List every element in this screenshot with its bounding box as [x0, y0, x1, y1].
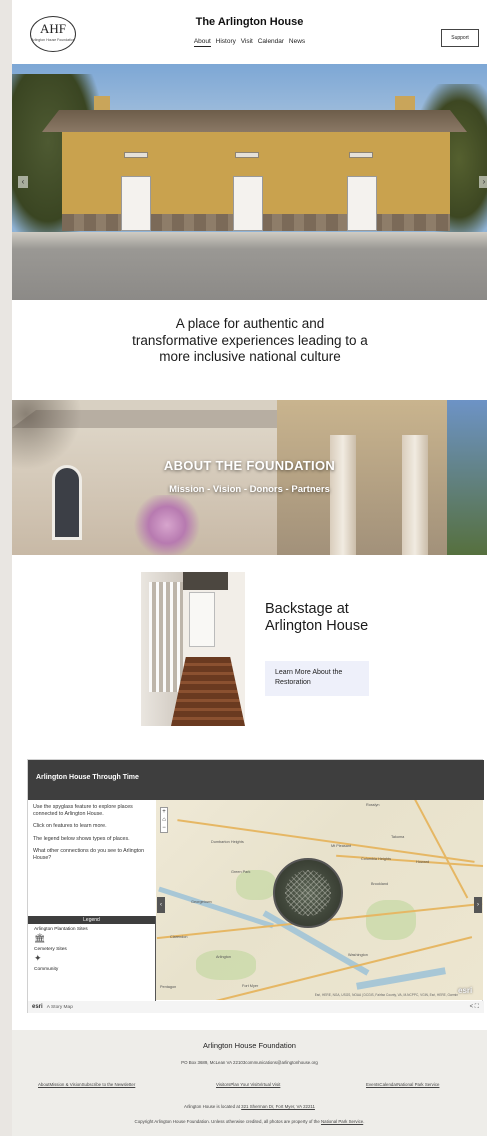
site-footer: Arlington House Foundation PO Box 3689, … [12, 1030, 487, 1136]
legend-item: Community [34, 967, 59, 972]
about-subtitle[interactable]: Mission - Vision - Donors - Partners [12, 484, 487, 495]
footer-copyright: Copyright Arlington House Foundation. Un… [12, 1119, 487, 1124]
location-address-link[interactable]: 321 Sherman Dr, Fort Myer, VA 22211 [241, 1104, 315, 1109]
about-banner[interactable] [12, 400, 487, 555]
hero-vent [349, 152, 373, 158]
footer-location: Arlington House is located at 321 Sherma… [12, 1104, 487, 1109]
footer-link-about[interactable]: AboutMission & VisionSubscribe to the Ne… [38, 1082, 135, 1087]
map-label: Mt Pleasant [331, 844, 352, 848]
map-label: Columbia Heights [361, 857, 391, 861]
stair-top [183, 572, 228, 590]
stair-railing [149, 582, 183, 692]
map-label: Howard [416, 860, 430, 864]
map-label: Dumbarton Heights [211, 840, 244, 844]
main-nav: About History Visit Calendar News [12, 38, 487, 47]
page: AHF Arlington House Foundation The Arlin… [12, 0, 487, 1136]
hero-door [347, 176, 377, 231]
map-label: Washington [348, 953, 368, 957]
map-label: Green Park [231, 870, 251, 874]
map-park [236, 870, 276, 900]
hero-roof [42, 110, 467, 132]
nps-link[interactable]: National Park Service [321, 1119, 363, 1124]
story-map: Arlington House Through Time Use the spy… [27, 759, 484, 1013]
stair-doorway [189, 592, 215, 647]
map-legend[interactable]: Legend Arlington Plantation Sites 🏛 Ceme… [28, 916, 156, 1002]
hero-prev-arrow[interactable]: ‹ [18, 176, 28, 188]
about-blossom [132, 495, 202, 555]
copyright-suffix: . [363, 1119, 365, 1124]
share-fullscreen-icon[interactable]: < ⛶ [470, 1001, 479, 1013]
legend-item: Cemetery Sites [34, 947, 67, 952]
zoom-in-button[interactable]: + [161, 808, 167, 816]
learn-more-button[interactable]: Learn More About the Restoration [265, 661, 369, 696]
map-river [356, 967, 446, 990]
map-label: Arlington [216, 955, 231, 959]
about-sky [447, 400, 487, 555]
copyright-prefix: Copyright Arlington House Foundation. Un… [134, 1119, 321, 1124]
backstage-title: Backstage at Arlington House [265, 601, 369, 634]
nav-news[interactable]: News [289, 38, 305, 45]
mission-statement: A place for authentic and transformative… [132, 316, 368, 364]
nav-calendar[interactable]: Calendar [258, 38, 284, 45]
support-button[interactable]: Support [441, 29, 479, 47]
esri-brand[interactable]: esri [32, 1004, 43, 1010]
map-label: Georgetown [191, 900, 212, 904]
hero-chimney [94, 96, 110, 112]
site-header: AHF Arlington House Foundation The Arlin… [12, 0, 487, 64]
home-icon[interactable]: ⌂ [161, 816, 167, 824]
story-map-header: Arlington House Through Time [28, 760, 484, 800]
story-map-instruction: Use the spyglass feature to explore plac… [33, 804, 133, 817]
footer-title: Arlington House Foundation [203, 1041, 296, 1050]
hero-vent [124, 152, 148, 158]
footer-address: PO Box 3689, McLean VA 22103communicatio… [181, 1060, 318, 1065]
map-road [336, 854, 483, 867]
hero-door [233, 176, 263, 231]
map-label: Pentagon [160, 985, 177, 989]
location-prefix: Arlington House is located at [184, 1104, 242, 1109]
site-title[interactable]: The Arlington House [12, 16, 487, 28]
hero-ground [12, 232, 487, 300]
map-attribution: Esri, HERE, NGA, USGS, NOAA | DCGIS, Fai… [314, 993, 458, 997]
about-column [330, 435, 356, 555]
nav-history[interactable]: History [216, 38, 236, 45]
story-map-title: Arlington House Through Time [36, 774, 139, 781]
zoom-out-button[interactable]: − [161, 824, 167, 832]
about-title[interactable]: ABOUT THE FOUNDATION [12, 458, 487, 473]
map-canvas[interactable]: Rosslyn Arlington Washington Georgetown … [156, 800, 483, 1000]
story-map-instruction: Click on features to learn more. [33, 823, 107, 829]
spyglass-lens[interactable] [273, 858, 343, 928]
story-map-instruction: The legend below shows types of places. [33, 835, 130, 842]
map-label: Brookland [371, 882, 389, 886]
map-label: Rosslyn [366, 803, 380, 807]
story-map-footer: esri A Story Map < ⛶ [28, 1001, 484, 1013]
story-map-instruction: What other connections do you see to Arl… [33, 848, 145, 861]
about-window [52, 465, 82, 540]
map-park [366, 900, 416, 940]
esri-logo: esri [458, 986, 473, 995]
hero-image: ‹ › [12, 64, 487, 300]
map-label: Takoma [391, 835, 405, 839]
map-zoom-controls: + ⌂ − [160, 807, 168, 833]
museum-icon: 🏛 [34, 933, 46, 943]
map-label: Clarendon [170, 935, 188, 939]
legend-item: Arlington Plantation Sites [34, 927, 88, 932]
map-prev-arrow[interactable]: ‹ [157, 897, 165, 913]
footer-link-events[interactable]: EventsCalendarNational Park Service [366, 1082, 439, 1087]
staircase-image [141, 572, 245, 726]
nav-about[interactable]: About [193, 38, 211, 47]
map-next-arrow[interactable]: › [474, 897, 482, 913]
hero-chimney [395, 96, 415, 112]
hero-vent [235, 152, 259, 158]
footer-link-visitors[interactable]: VisitorsPlan Your VisitVirtual Visit [216, 1082, 280, 1087]
legend-title: Legend [28, 916, 155, 924]
cemetery-icon: ✦ [34, 953, 42, 963]
hero-next-arrow[interactable]: › [479, 176, 487, 188]
map-label: Fort Myer [242, 984, 259, 988]
about-column [402, 435, 428, 555]
nav-visit[interactable]: Visit [241, 38, 253, 45]
story-map-label: A Story Map [46, 1005, 73, 1010]
hero-door [121, 176, 151, 231]
